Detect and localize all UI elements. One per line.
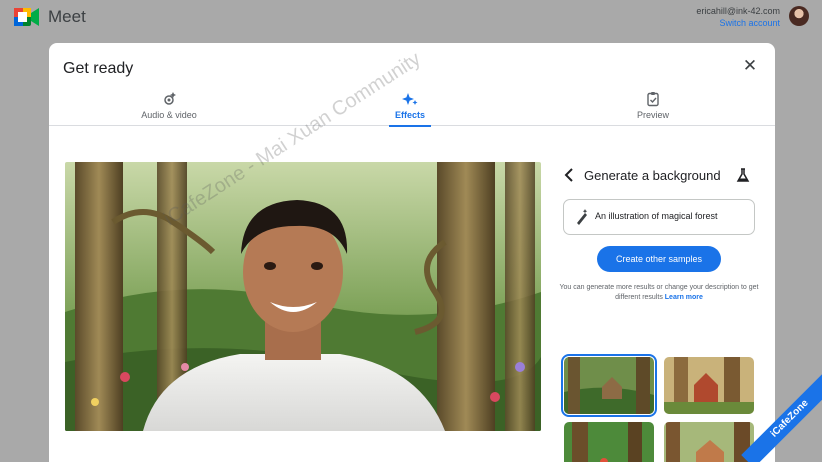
clipboard-check-icon bbox=[647, 92, 659, 107]
sample-thumbnail-2[interactable] bbox=[664, 357, 754, 414]
camera-preview bbox=[65, 162, 541, 431]
chevron-left-icon[interactable] bbox=[561, 166, 577, 184]
create-samples-button[interactable]: Create other samples bbox=[597, 246, 721, 272]
forest-background-image bbox=[65, 162, 541, 431]
helper-message: You can generate more results or change … bbox=[559, 284, 759, 301]
sample-image bbox=[564, 422, 654, 462]
sparkle-icon bbox=[402, 93, 418, 105]
sample-thumbnail-1[interactable] bbox=[561, 354, 657, 417]
sample-thumbnail-3[interactable] bbox=[564, 422, 654, 462]
tab-preview[interactable]: Preview bbox=[598, 90, 708, 126]
switch-account-link[interactable]: Switch account bbox=[696, 17, 780, 29]
sample-image bbox=[664, 422, 754, 462]
settings-sparkle-icon bbox=[164, 92, 176, 105]
flask-icon bbox=[736, 168, 750, 182]
meet-logo-icon bbox=[14, 8, 39, 26]
avatar[interactable] bbox=[789, 6, 809, 26]
panel-title: Generate a background bbox=[584, 168, 721, 183]
prompt-text: An illustration of magical forest bbox=[595, 211, 718, 221]
sample-image bbox=[664, 357, 754, 414]
get-ready-dialog: Get ready ✕ Audio & video Effects Previe… bbox=[49, 43, 775, 462]
tab-effects[interactable]: Effects bbox=[355, 90, 465, 127]
account-info: ericahill@ink-42.com Switch account bbox=[696, 5, 780, 29]
helper-text: You can generate more results or change … bbox=[559, 283, 759, 303]
close-icon[interactable]: ✕ bbox=[741, 57, 759, 75]
app-name: Meet bbox=[48, 7, 86, 26]
tab-effects-label: Effects bbox=[394, 110, 425, 120]
magic-pen-icon bbox=[577, 209, 588, 225]
tab-preview-label: Preview bbox=[636, 110, 669, 120]
app-bar: Meet ericahill@ink-42.com Switch account bbox=[0, 0, 822, 36]
tab-audio-video-label: Audio & video bbox=[141, 110, 197, 120]
sample-thumbnail-4[interactable] bbox=[664, 422, 754, 462]
dialog-tabs: Audio & video Effects Preview bbox=[49, 90, 775, 127]
tab-audio-video[interactable]: Audio & video bbox=[114, 90, 224, 126]
account-email: ericahill@ink-42.com bbox=[696, 6, 780, 16]
sample-image bbox=[564, 357, 654, 414]
learn-more-link[interactable]: Learn more bbox=[665, 294, 703, 301]
generate-background-panel: Generate a background An illustration of… bbox=[559, 162, 759, 462]
dialog-title: Get ready bbox=[63, 60, 134, 77]
prompt-input[interactable]: An illustration of magical forest bbox=[563, 199, 755, 235]
